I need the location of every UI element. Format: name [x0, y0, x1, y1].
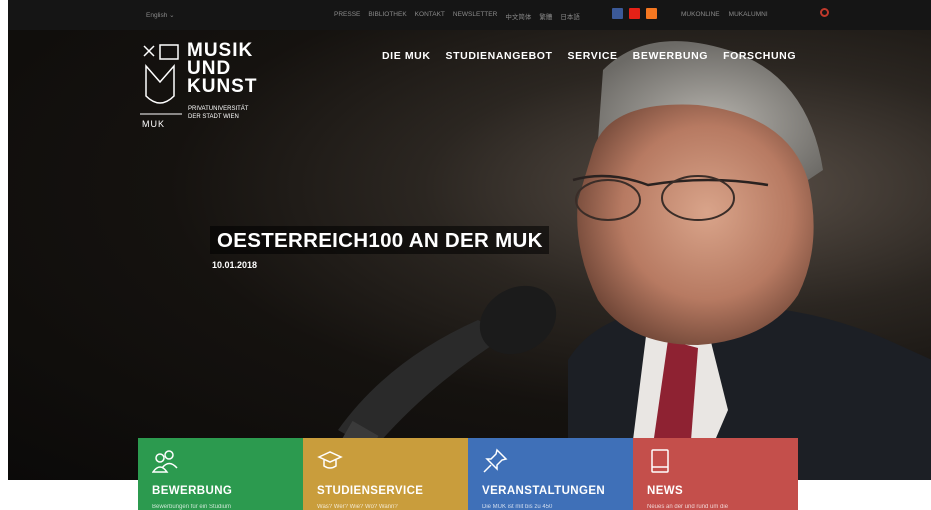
top-utility-bar: English ⌄ PRESSE BIBLIOTHEK KONTAKT NEWS…: [8, 0, 931, 30]
nav-bewerbung[interactable]: BEWERBUNG: [633, 50, 708, 62]
language-selector[interactable]: English ⌄: [146, 11, 175, 19]
graduation-cap-icon: [317, 451, 343, 469]
tile-bewerbung[interactable]: BEWERBUNG Bewerbungen für ein Studium: [138, 438, 303, 510]
logo-abbr: MUK: [142, 119, 165, 129]
hero-date: 10.01.2018: [212, 260, 258, 270]
link-kontakt[interactable]: KONTAKT: [415, 11, 445, 21]
blog-icon[interactable]: [646, 8, 657, 19]
main-navigation: DIE MUK STUDIENANGEBOT SERVICE BEWERBUNG…: [382, 50, 796, 62]
facebook-icon[interactable]: [612, 8, 623, 19]
tile-news[interactable]: NEWS Neues an der und rund um die: [633, 438, 798, 510]
pin-icon: [483, 448, 508, 473]
feature-tiles: BEWERBUNG Bewerbungen für ein Studium ST…: [138, 438, 798, 510]
tile-title: BEWERBUNG: [152, 485, 233, 497]
portal-links: MUKONLINE MUKALUMNI: [681, 11, 768, 18]
link-japanese[interactable]: 日本語: [560, 11, 580, 21]
logo-subtitle: PRIVATUNIVERSITÄT DER STADT WIEN: [188, 106, 249, 120]
tile-title: STUDIENSERVICE: [317, 485, 424, 497]
tile-title: VERANSTALTUNGEN: [482, 485, 606, 497]
people-icon: [152, 450, 178, 473]
tile-description: Neues an der und rund um die: [647, 504, 729, 510]
logo-emblem-icon: [140, 44, 182, 115]
book-icon: [651, 449, 669, 473]
link-presse[interactable]: PRESSE: [334, 11, 360, 21]
nav-die-muk[interactable]: DIE MUK: [382, 50, 431, 62]
link-mukonline[interactable]: MUKONLINE: [681, 11, 720, 18]
logo-wordmark: MUSIK UND KUNST: [187, 40, 258, 97]
link-chinese-simplified[interactable]: 中文简体: [505, 11, 531, 21]
utility-links: PRESSE BIBLIOTHEK KONTAKT NEWSLETTER 中文简…: [334, 11, 580, 21]
hero-headline[interactable]: OESTERREICH100 AN DER MUK: [210, 226, 549, 254]
link-newsletter[interactable]: NEWSLETTER: [453, 11, 497, 21]
nav-studienangebot[interactable]: STUDIENANGEBOT: [446, 50, 553, 62]
hero-banner[interactable]: MUSIK UND KUNST PRIVATUNIVERSITÄT DER ST…: [8, 30, 931, 480]
nav-service[interactable]: SERVICE: [568, 50, 618, 62]
link-chinese-traditional[interactable]: 繁體: [539, 11, 552, 21]
nav-forschung[interactable]: FORSCHUNG: [723, 50, 796, 62]
youtube-icon[interactable]: [629, 8, 640, 19]
page-frame: English ⌄ PRESSE BIBLIOTHEK KONTAKT NEWS…: [8, 0, 931, 510]
tile-veranstaltungen[interactable]: VERANSTALTUNGEN Die MUK ist mit bis zu 4…: [468, 438, 633, 510]
tile-studienservice[interactable]: STUDIENSERVICE Was? Wer? Wie? Wo? Wann?: [303, 438, 468, 510]
search-icon[interactable]: [820, 8, 829, 17]
link-mukalumni[interactable]: MUKALUMNI: [729, 11, 768, 18]
social-links: [612, 8, 657, 19]
link-bibliothek[interactable]: BIBLIOTHEK: [368, 11, 406, 21]
tile-description: Die MUK ist mit bis zu 450: [482, 504, 553, 510]
tile-title: NEWS: [647, 485, 684, 497]
tile-description: Was? Wer? Wie? Wo? Wann?: [317, 504, 398, 510]
tile-description: Bewerbungen für ein Studium: [152, 504, 232, 510]
